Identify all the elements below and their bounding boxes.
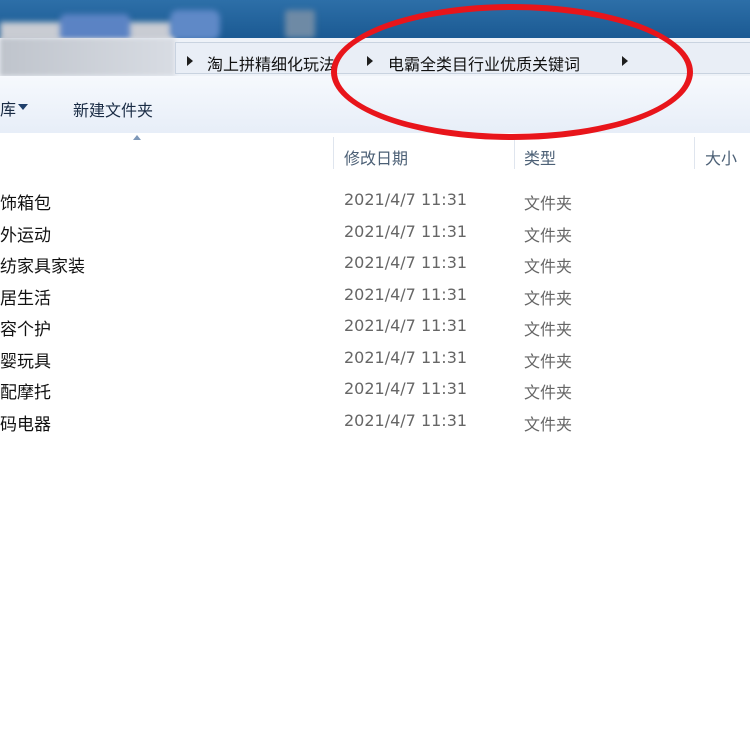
folder-name[interactable]: 容个护 [0, 315, 51, 340]
item-type: 文件夹 [524, 320, 573, 339]
blurred-region [285, 10, 315, 38]
item-type: 文件夹 [524, 414, 573, 434]
list-item[interactable]: 外运动 2021/4/7 11:31 文件夹 [0, 215, 750, 247]
column-header-modified[interactable]: 修改日期 [344, 145, 408, 169]
list-item[interactable]: 居生活 2021/4/7 11:31 文件夹 [0, 278, 750, 310]
chevron-right-icon[interactable] [187, 56, 193, 66]
breadcrumb-item[interactable]: 淘上拼精细化玩法 [207, 51, 335, 75]
list-item[interactable]: 婴玩具 2021/4/7 11:31 文件夹 [0, 341, 750, 373]
column-divider[interactable] [694, 137, 695, 169]
column-header-size[interactable]: 大小 [705, 145, 737, 169]
folder-name[interactable]: 码电器 [0, 410, 51, 435]
modified-date: 2021/4/7 11:31 [344, 221, 468, 241]
breadcrumb[interactable]: 淘上拼精细化玩法 电霸全类目行业优质关键词 [175, 42, 750, 74]
modified-date: 2021/4/7 11:31 [344, 316, 468, 335]
sort-ascending-icon [133, 135, 141, 140]
list-item[interactable]: 配摩托 2021/4/7 11:31 文件夹 [0, 372, 750, 404]
blurred-nav-buttons [0, 38, 175, 76]
list-item[interactable]: 码电器 2021/4/7 11:31 文件夹 [0, 404, 750, 436]
modified-date: 2021/4/7 11:31 [344, 410, 468, 430]
item-type: 文件夹 [524, 351, 573, 371]
item-type: 文件夹 [524, 225, 573, 245]
item-type: 文件夹 [524, 383, 573, 402]
folder-name[interactable]: 纺家具家装 [0, 252, 85, 277]
blurred-region [170, 10, 220, 38]
chevron-right-icon[interactable] [622, 56, 628, 66]
item-type: 文件夹 [524, 288, 573, 308]
item-type: 文件夹 [524, 194, 573, 213]
item-type: 文件夹 [524, 257, 573, 276]
chevron-down-icon[interactable] [18, 104, 28, 110]
chevron-right-icon[interactable] [367, 56, 373, 66]
modified-date: 2021/4/7 11:31 [344, 347, 468, 367]
modified-date: 2021/4/7 11:31 [344, 379, 468, 398]
column-headers: 修改日期 类型 大小 [0, 133, 750, 173]
modified-date: 2021/4/7 11:31 [344, 253, 468, 272]
list-item[interactable]: 容个护 2021/4/7 11:31 文件夹 [0, 309, 750, 341]
folder-name[interactable]: 居生活 [0, 284, 51, 309]
folder-name[interactable]: 配摩托 [0, 378, 51, 403]
modified-date: 2021/4/7 11:31 [344, 190, 468, 209]
file-list: 饰箱包 2021/4/7 11:31 文件夹 外运动 2021/4/7 11:3… [0, 183, 750, 435]
list-item[interactable]: 纺家具家装 2021/4/7 11:31 文件夹 [0, 246, 750, 278]
breadcrumb-item[interactable]: 电霸全类目行业优质关键词 [388, 51, 580, 75]
address-bar: 淘上拼精细化玩法 电霸全类目行业优质关键词 [0, 38, 750, 77]
column-divider[interactable] [514, 137, 515, 169]
window-title-bar [0, 0, 750, 38]
folder-name[interactable]: 外运动 [0, 221, 51, 246]
folder-name[interactable]: 饰箱包 [0, 189, 51, 214]
toolbar: 库 新建文件夹 [0, 76, 750, 134]
folder-name[interactable]: 婴玩具 [0, 347, 51, 372]
include-in-library-button[interactable]: 库 [0, 96, 16, 120]
list-item[interactable]: 饰箱包 2021/4/7 11:31 文件夹 [0, 183, 750, 215]
column-divider[interactable] [333, 137, 334, 169]
column-header-type[interactable]: 类型 [524, 145, 556, 169]
modified-date: 2021/4/7 11:31 [344, 284, 468, 304]
new-folder-button[interactable]: 新建文件夹 [73, 97, 153, 121]
blurred-region [60, 14, 130, 38]
